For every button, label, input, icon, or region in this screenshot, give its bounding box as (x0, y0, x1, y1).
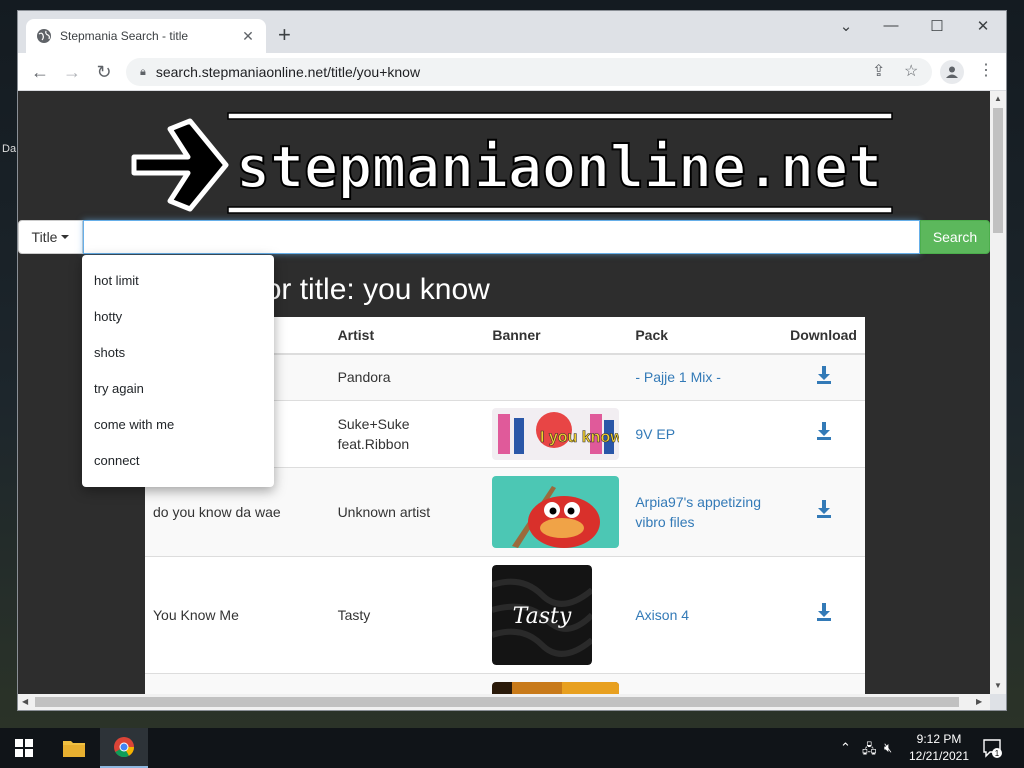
tab-search-icon[interactable]: ⌄ (826, 17, 866, 35)
desktop-icon-label[interactable]: Da (2, 140, 18, 158)
lock-icon[interactable]: 🔒︎ (140, 66, 146, 79)
page-viewport: stepmaniaonline.net Title Search Results… (18, 91, 990, 694)
logo-text: stepmaniaonline.net (236, 133, 882, 201)
search-type-dropdown[interactable]: Title (18, 220, 83, 254)
search-type-label: Title (31, 229, 58, 245)
banner-image[interactable]: I you know (492, 407, 620, 460)
vertical-scrollbar[interactable]: ▲ ▼ (990, 91, 1006, 694)
globe-icon (37, 29, 51, 43)
caret-down-icon (61, 235, 70, 239)
taskbar: ⌃ 🖧︎ 🔇︎ 9:12 PM 12/21/2021 1 (0, 728, 1024, 768)
clock-date: 12/21/2021 (908, 749, 970, 763)
title-bar: Stepmania Search - title ✕ + ⌄ — ☐ ✕ (18, 11, 1006, 53)
reload-icon[interactable]: ↻ (93, 61, 115, 83)
file-explorer-button[interactable] (50, 728, 98, 768)
minimize-button[interactable]: — (871, 17, 911, 34)
table-row (145, 672, 865, 695)
row-artist (329, 672, 485, 694)
browser-tab[interactable]: Stepmania Search - title ✕ (26, 19, 266, 53)
header-download: Download (782, 317, 865, 355)
autocomplete-item[interactable]: hotty (82, 299, 274, 335)
header-banner: Banner (484, 317, 628, 355)
row-pack-link[interactable]: Axison 4 (635, 607, 689, 623)
chevron-up-icon[interactable]: ⌃ (840, 740, 851, 756)
bookmark-star-icon[interactable]: ☆ (904, 61, 918, 81)
notification-icon[interactable]: 1 (982, 738, 1002, 758)
download-icon[interactable] (816, 422, 832, 440)
row-artist: Tasty (329, 555, 485, 673)
person-icon (946, 66, 958, 78)
banner-image[interactable] (492, 475, 620, 548)
share-icon[interactable]: ⇪ (872, 61, 885, 81)
row-banner (484, 353, 628, 400)
autocomplete-item[interactable]: connect (82, 443, 274, 479)
forward-arrow-icon[interactable]: → (61, 61, 83, 83)
url-text: search.stepmaniaonline.net/title/you+kno… (155, 64, 421, 80)
row-title: You Know Me (145, 555, 330, 673)
table-row: You Know Me Tasty Tasty Axison 4 (145, 555, 865, 673)
svg-text:Tasty: Tasty (513, 604, 572, 629)
chrome-menu-icon[interactable]: ⋮ (978, 60, 994, 80)
tab-title: Stepmania Search - title (60, 29, 189, 43)
autocomplete-item[interactable]: try again (82, 371, 274, 407)
vertical-scroll-thumb[interactable] (993, 108, 1003, 233)
horizontal-scroll-thumb[interactable] (35, 697, 959, 707)
horizontal-scrollbar[interactable]: ◀ ▶ (18, 694, 990, 710)
address-bar[interactable]: 🔒︎ search.stepmaniaonline.net/title/you+… (126, 58, 932, 86)
autocomplete-item[interactable]: hot limit (82, 263, 274, 299)
clock-time: 9:12 PM (916, 732, 962, 746)
network-icon[interactable]: 🖧︎ (862, 740, 877, 762)
autocomplete-item[interactable]: come with me (82, 407, 274, 443)
banner-image[interactable] (492, 681, 620, 695)
site-logo[interactable]: stepmaniaonline.net (130, 109, 894, 219)
folder-icon (63, 741, 85, 757)
row-artist: Suke+Suke feat.Ribbon (329, 399, 485, 467)
chrome-taskbar-button[interactable] (100, 728, 148, 768)
row-pack-link[interactable]: 9V EP (635, 426, 675, 442)
download-icon[interactable] (816, 603, 832, 621)
profile-avatar-icon[interactable] (940, 60, 964, 84)
scroll-up-arrow-icon[interactable]: ▲ (994, 94, 1002, 103)
download-icon[interactable] (816, 365, 832, 384)
row-artist: Unknown artist (329, 466, 485, 556)
search-input[interactable] (83, 220, 920, 254)
header-pack: Pack (627, 317, 783, 355)
svg-text:I you know: I you know (540, 429, 619, 446)
notification-count: 1 (995, 749, 1000, 758)
autocomplete-item[interactable]: shots (82, 335, 274, 371)
volume-muted-icon[interactable]: 🔇︎ (884, 740, 892, 756)
row-artist: Pandora (329, 353, 485, 400)
scroll-right-arrow-icon[interactable]: ▶ (976, 697, 982, 706)
download-icon[interactable] (816, 500, 832, 518)
banner-image[interactable]: Tasty (492, 564, 593, 665)
scroll-left-arrow-icon[interactable]: ◀ (22, 697, 28, 706)
start-button[interactable] (0, 728, 48, 768)
windows-logo-icon (15, 739, 33, 757)
maximize-button[interactable]: ☐ (917, 17, 957, 35)
back-arrow-icon[interactable]: ← (29, 61, 51, 83)
tab-close-icon[interactable]: ✕ (240, 28, 256, 45)
search-button[interactable]: Search (920, 220, 990, 254)
row-pack-link[interactable]: Arpia97's appetizing vibro files (635, 494, 761, 530)
browser-window: Stepmania Search - title ✕ + ⌄ — ☐ ✕ ← →… (17, 10, 1007, 711)
row-pack-link[interactable]: - Pajje 1 Mix - (635, 369, 721, 385)
autocomplete-dropdown: hot limit hotty shots try again come wit… (82, 255, 274, 487)
close-window-button[interactable]: ✕ (963, 17, 1003, 35)
search-form: Title Search (18, 220, 990, 254)
new-tab-button[interactable]: + (278, 24, 291, 46)
row-title (145, 672, 330, 694)
chrome-logo-icon (114, 737, 135, 758)
clock[interactable]: 9:12 PM 12/21/2021 (906, 731, 972, 765)
scroll-down-arrow-icon[interactable]: ▼ (994, 681, 1002, 690)
header-artist: Artist (329, 317, 485, 355)
browser-toolbar: ← → ↻ 🔒︎ search.stepmaniaonline.net/titl… (18, 53, 1006, 91)
